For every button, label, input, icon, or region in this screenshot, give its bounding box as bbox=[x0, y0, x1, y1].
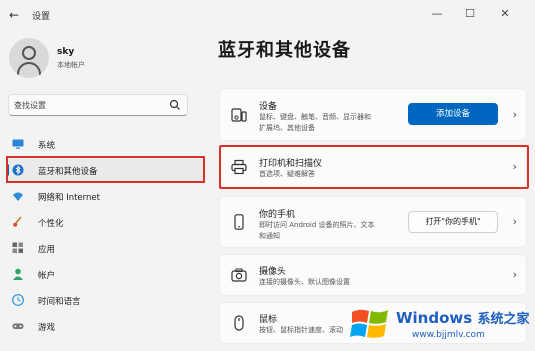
card-title: 鼠标 bbox=[259, 315, 278, 325]
back-button[interactable]: ← bbox=[6, 8, 22, 22]
avatar-body-shape bbox=[17, 62, 41, 78]
watermark-brand: Windows 系统之家 bbox=[396, 308, 529, 327]
user-name: sky bbox=[57, 47, 75, 57]
chevron-right-icon[interactable]: › bbox=[513, 108, 517, 122]
avatar[interactable] bbox=[9, 38, 49, 78]
sidebar-item-time-language[interactable]: 时间和语言 bbox=[6, 289, 206, 311]
minimize-button[interactable]: — bbox=[426, 5, 448, 23]
sidebar-item-label: 网络和 Internet bbox=[38, 193, 100, 203]
card-subtitle: 即时访问 Android 设备的照片、文本 bbox=[259, 221, 375, 229]
add-device-button[interactable]: 添加设备 bbox=[408, 103, 498, 125]
monitor-icon bbox=[12, 139, 24, 149]
sidebar-item-network[interactable]: 网络和 Internet bbox=[6, 185, 206, 207]
card-your-phone[interactable]: 你的手机 即时访问 Android 设备的照片、文本 和通知 打开"你的手机" … bbox=[219, 196, 527, 248]
globe-clock-icon bbox=[12, 294, 24, 306]
search-input[interactable] bbox=[14, 98, 164, 112]
card-subtitle: 扩展坞、其他设备 bbox=[259, 124, 315, 132]
avatar-head-shape bbox=[22, 46, 36, 60]
sidebar-item-label: 游戏 bbox=[38, 323, 56, 333]
chevron-right-icon[interactable]: › bbox=[513, 268, 517, 282]
card-title: 摄像头 bbox=[259, 267, 287, 277]
sidebar-item-label: 帐户 bbox=[38, 271, 56, 281]
devices-icon bbox=[231, 107, 247, 122]
sidebar-item-gaming[interactable]: 游戏 bbox=[6, 315, 206, 337]
sidebar-item-label: 个性化 bbox=[38, 219, 64, 229]
page-title: 蓝牙和其他设备 bbox=[218, 40, 351, 61]
watermark-brand-en: Windows bbox=[396, 309, 473, 327]
windows-logo-icon bbox=[350, 309, 388, 338]
phone-icon bbox=[234, 214, 244, 230]
watermark: Windows 系统之家 www.bjjmlv.com bbox=[344, 298, 535, 351]
brush-icon bbox=[13, 216, 22, 227]
game-icon bbox=[12, 323, 24, 329]
window-title: 设置 bbox=[32, 12, 51, 22]
sidebar-item-system[interactable]: 系统 bbox=[6, 133, 206, 155]
apps-icon bbox=[12, 242, 23, 253]
maximize-button[interactable]: ☐ bbox=[459, 5, 481, 23]
person-icon bbox=[13, 268, 23, 280]
watermark-url: www.bjjmlv.com bbox=[412, 330, 485, 340]
camera-icon bbox=[231, 268, 247, 282]
card-subtitle: 鼠标、键盘、触笔、音频、显示器和 bbox=[259, 113, 371, 121]
highlight-box-printers bbox=[219, 145, 529, 189]
card-subtitle: 按钮、鼠标指针速度、滚动 bbox=[259, 326, 343, 334]
sidebar-item-label: 应用 bbox=[38, 245, 56, 255]
chevron-right-icon[interactable]: › bbox=[513, 215, 517, 229]
card-subtitle: 和通知 bbox=[259, 232, 280, 240]
watermark-brand-cn: 系统之家 bbox=[477, 312, 530, 327]
card-devices[interactable]: 设备 鼠标、键盘、触笔、音频、显示器和 扩展坞、其他设备 添加设备 › bbox=[219, 88, 527, 141]
sidebar-item-apps[interactable]: 应用 bbox=[6, 237, 206, 259]
highlight-box-sidebar bbox=[6, 156, 205, 183]
wifi-icon bbox=[13, 192, 23, 201]
account-type: 本地帐户 bbox=[57, 61, 85, 69]
sidebar-item-label: 系统 bbox=[38, 141, 56, 151]
card-subtitle: 连接的摄像头、默认图像设置 bbox=[259, 278, 350, 286]
card-camera[interactable]: 摄像头 连接的摄像头、默认图像设置 › bbox=[219, 254, 527, 296]
title-bar: ← 设置 — ☐ ✕ bbox=[0, 0, 535, 32]
mouse-icon bbox=[234, 315, 244, 331]
search-box[interactable] bbox=[8, 94, 188, 116]
close-button[interactable]: ✕ bbox=[494, 5, 516, 23]
open-your-phone-button[interactable]: 打开"你的手机" bbox=[408, 211, 498, 233]
sidebar-item-personalization[interactable]: 个性化 bbox=[6, 211, 206, 233]
sidebar-item-accounts[interactable]: 帐户 bbox=[6, 263, 206, 285]
search-icon[interactable] bbox=[169, 99, 181, 111]
sidebar-item-label: 时间和语言 bbox=[38, 297, 81, 307]
card-title: 你的手机 bbox=[259, 210, 296, 220]
card-title: 设备 bbox=[259, 102, 278, 112]
